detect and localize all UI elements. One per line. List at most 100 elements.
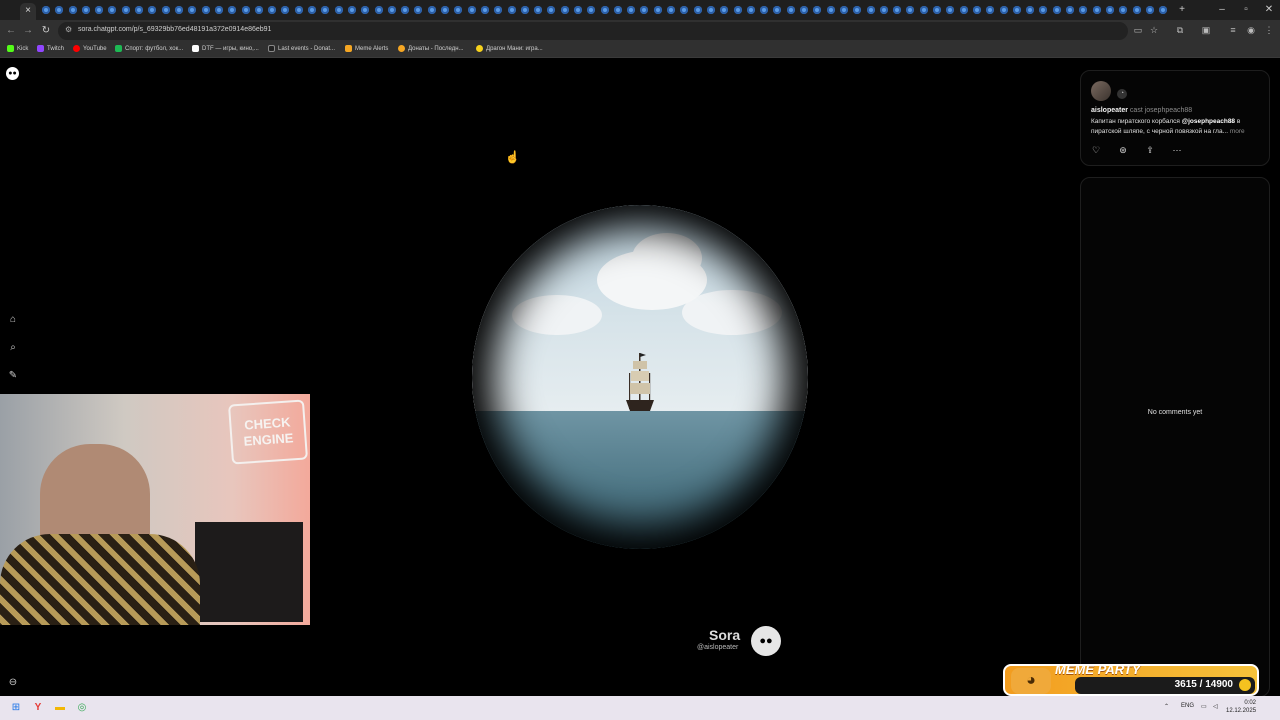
tab-favicon-icon[interactable]	[148, 6, 156, 14]
tab-favicon-icon[interactable]	[880, 6, 888, 14]
cameo-icon[interactable]: ◔	[1117, 89, 1127, 99]
tab-favicon-icon[interactable]	[787, 6, 795, 14]
post-author-line[interactable]: aislopeater cast josephpeach88	[1091, 107, 1192, 114]
tray-overflow-icon[interactable]: ⌃	[1164, 703, 1169, 710]
caption-mention[interactable]: @josephpeach88	[1182, 118, 1235, 125]
tab-favicon-icon[interactable]	[534, 6, 542, 14]
site-info-icon[interactable]: ⚙	[65, 25, 72, 34]
profile-icon[interactable]: ◉	[1244, 25, 1258, 36]
split-view-icon[interactable]: ▣	[1199, 25, 1213, 36]
media-controls-icon[interactable]: ≡	[1226, 25, 1240, 35]
tab-favicon-icon[interactable]	[454, 6, 462, 14]
tab-favicon-icon[interactable]	[694, 6, 702, 14]
tab-favicon-icon[interactable]	[1039, 6, 1047, 14]
home-icon[interactable]: ⌂	[6, 313, 20, 327]
tab-favicon-icon[interactable]	[202, 6, 210, 14]
tab-favicon-icon[interactable]	[228, 6, 236, 14]
tab-favicon-icon[interactable]	[587, 6, 595, 14]
tab-favicon-icon[interactable]	[414, 6, 422, 14]
bookmark-dragon-money[interactable]: Драгон Мани: игра...	[476, 45, 543, 52]
tab-favicon-icon[interactable]	[867, 6, 875, 14]
tab-favicon-icon[interactable]	[1013, 6, 1021, 14]
menu-kebab-icon[interactable]: ⋮	[1262, 25, 1276, 36]
tab-favicon-icon[interactable]	[614, 6, 622, 14]
tab-favicon-icon[interactable]	[281, 6, 289, 14]
tab-favicon-icon[interactable]	[960, 6, 968, 14]
tab-favicon-icon[interactable]	[242, 6, 250, 14]
bookmark-meme-alerts[interactable]: Meme Alerts	[345, 45, 388, 52]
reload-button[interactable]: ↻	[39, 25, 53, 36]
bookmark-twitch[interactable]: Twitch	[37, 45, 64, 52]
tab-favicon-icon[interactable]	[1093, 6, 1101, 14]
tab-favicon-icon[interactable]	[654, 6, 662, 14]
tab-favicon-icon[interactable]	[388, 6, 396, 14]
tab-favicon-icon[interactable]	[348, 6, 356, 14]
tab-favicon-icon[interactable]	[401, 6, 409, 14]
tab-favicon-icon[interactable]	[734, 6, 742, 14]
tab-favicon-icon[interactable]	[893, 6, 901, 14]
tab-favicon-icon[interactable]	[188, 6, 196, 14]
minimize-button[interactable]: –	[1212, 4, 1232, 15]
more-options-icon[interactable]: ⋯	[1170, 143, 1184, 157]
tab-favicon-icon[interactable]	[1146, 6, 1154, 14]
yandex-browser-icon[interactable]: Y	[31, 701, 45, 715]
tab-favicon-icon[interactable]	[680, 6, 688, 14]
tab-favicon-icon[interactable]	[707, 6, 715, 14]
tab-favicon-icon[interactable]	[95, 6, 103, 14]
volume-icon[interactable]: ◁	[1213, 703, 1218, 710]
tab-favicon-icon[interactable]	[813, 6, 821, 14]
tab-favicon-icon[interactable]	[255, 6, 263, 14]
tab-favicon-icon[interactable]	[760, 6, 768, 14]
tab-favicon-icon[interactable]	[135, 6, 143, 14]
create-icon[interactable]: ✎	[6, 369, 20, 383]
tab-favicon-icon[interactable]	[1159, 6, 1167, 14]
tab-favicon-icon[interactable]	[335, 6, 343, 14]
tab-favicon-icon[interactable]	[920, 6, 928, 14]
tab-favicon-icon[interactable]	[933, 6, 941, 14]
tab-favicon-icon[interactable]	[1119, 6, 1127, 14]
chrome-icon[interactable]: ◎	[75, 701, 89, 715]
tab-favicon-icon[interactable]	[295, 6, 303, 14]
tab-favicon-icon[interactable]	[268, 6, 276, 14]
tab-favicon-icon[interactable]	[574, 6, 582, 14]
url-text[interactable]: sora.chatgpt.com/p/s_69329bb76ed48191a37…	[78, 26, 271, 33]
cast-label[interactable]: cast josephpeach88	[1130, 107, 1192, 114]
new-tab-button[interactable]: +	[1172, 4, 1192, 15]
tab-favicon-icon[interactable]	[428, 6, 436, 14]
tab-favicon-icon[interactable]	[321, 6, 329, 14]
tab-favicon-icon[interactable]	[361, 6, 369, 14]
tab-favicon-icon[interactable]	[42, 6, 50, 14]
tab-favicon-icon[interactable]	[55, 6, 63, 14]
author-name[interactable]: aislopeater	[1091, 107, 1128, 114]
video-player[interactable]	[472, 205, 808, 549]
tab-favicon-icon[interactable]	[627, 6, 635, 14]
tab-favicon-icon[interactable]	[69, 6, 77, 14]
tab-favicon-icon[interactable]	[601, 6, 609, 14]
tab-favicon-icon[interactable]	[508, 6, 516, 14]
tab-favicon-icon[interactable]	[667, 6, 675, 14]
omnibox[interactable]: ⚙ sora.chatgpt.com/p/s_69329bb76ed48191a…	[58, 22, 1128, 40]
network-icon[interactable]: ▭	[1201, 703, 1207, 710]
tab-favicon-icon[interactable]	[561, 6, 569, 14]
tab-favicon-icon[interactable]	[827, 6, 835, 14]
forward-button[interactable]: →	[21, 25, 35, 36]
tab-favicon-icon[interactable]	[547, 6, 555, 14]
tab-favicon-icon[interactable]	[800, 6, 808, 14]
tab-favicon-icon[interactable]	[1000, 6, 1008, 14]
active-tab-close-button[interactable]: ×	[20, 3, 36, 20]
remix-icon[interactable]: ⊛	[1116, 143, 1130, 157]
tab-favicon-icon[interactable]	[215, 6, 223, 14]
share-icon[interactable]: ⇪	[1143, 143, 1157, 157]
sora-logo-icon[interactable]: ●●	[6, 67, 19, 80]
tab-favicon-icon[interactable]	[840, 6, 848, 14]
tab-favicon-icon[interactable]	[973, 6, 981, 14]
file-explorer-icon[interactable]: ▬	[53, 701, 67, 715]
bookmark-donaty[interactable]: Донаты - Последн...	[398, 45, 464, 52]
search-icon[interactable]: ⌕	[6, 341, 20, 355]
tab-favicon-icon[interactable]	[1133, 6, 1141, 14]
tab-favicon-icon[interactable]	[986, 6, 994, 14]
bookmark-star-icon[interactable]: ☆	[1147, 25, 1161, 36]
tab-favicon-icon[interactable]	[773, 6, 781, 14]
tab-favicon-icon[interactable]	[82, 6, 90, 14]
tab-favicon-icon[interactable]	[375, 6, 383, 14]
